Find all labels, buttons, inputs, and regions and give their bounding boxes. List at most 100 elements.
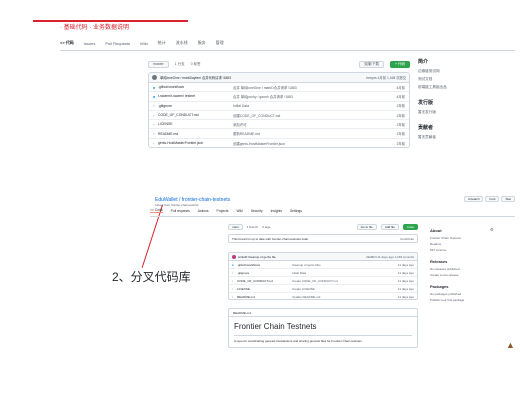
file-commit-msg[interactable]: 创建CODE_OF_CONDUCT.md (233, 113, 375, 118)
about-line[interactable]: 测试文档 (418, 77, 498, 82)
license-link[interactable]: MIT License (430, 248, 498, 252)
github-tabs: <> Code Pull requests Actions Projects W… (150, 208, 302, 213)
file-commit-msg[interactable]: 更新README.md (233, 131, 375, 136)
go-to-file-button[interactable]: Go to file (356, 223, 377, 230)
file-name[interactable]: LICENSE (237, 287, 292, 291)
file-name[interactable]: genis-HostMasterFrontier.json (158, 141, 233, 145)
file-commit-msg[interactable]: 合并 单纯pochy / gaonh 合并请求 !1883 (233, 94, 375, 99)
tab-issues[interactable]: Issues (84, 41, 96, 46)
file-commit-msg[interactable]: Create CODE_OF_CONDUCT.md (292, 279, 388, 283)
tab-stats[interactable]: 统计 (158, 40, 166, 46)
file-row[interactable]: ▫ LICENSE 添加许可 1年前 (149, 120, 409, 130)
fork-button[interactable]: Fork (485, 196, 500, 202)
readme-header[interactable]: README.md (229, 309, 417, 317)
file-commit-msg[interactable]: Initial Data (292, 271, 388, 275)
page-title: · 基础代码 · 业务数据说明 (60, 25, 129, 31)
tag-count[interactable]: 0 tags (262, 225, 270, 229)
latest-commit: 单纯loveGine / markDaytem 合并代码请求 !1883 hex… (149, 73, 409, 83)
about-title: About (430, 228, 442, 233)
commit-message[interactable]: wink30 Cleanup of gerbs file (238, 255, 276, 259)
file-name[interactable]: t-swarm/t-swarm/ testnet (158, 94, 233, 98)
releases-line: No releases published (430, 267, 460, 271)
file-row[interactable]: ■ .github/workflows Cleanup of genis fil… (229, 261, 417, 269)
tag-count[interactable]: 0 标签 (191, 62, 201, 67)
divider (234, 335, 412, 336)
branch-count[interactable]: 1 分支 (175, 62, 185, 67)
file-row[interactable]: ▫ README.md Update README.md 11 days ago (229, 293, 417, 299)
file-time: 11 days ago (397, 262, 414, 267)
file-row[interactable]: ■ t-swarm/t-swarm/ testnet 合并 单纯pochy / … (149, 92, 409, 102)
file-row[interactable]: ▫ LICENSE Create LICENSE 11 days ago (229, 285, 417, 293)
tab-settings[interactable]: Settings (290, 209, 302, 213)
add-file-button[interactable]: Add file (380, 223, 399, 230)
about-line: 边缘链测试网 (418, 69, 440, 73)
tab-code[interactable]: <> 代码 (60, 40, 74, 46)
file-name[interactable]: .github/workflows (158, 85, 233, 89)
file-commit-msg[interactable]: Cleanup of genis files (292, 263, 388, 267)
file-name[interactable]: CODE_OF_CONDUCT.md (158, 113, 233, 117)
file-row[interactable]: ▫ .gitignore Initial Data 1年前 (149, 102, 409, 111)
file-row[interactable]: ▫ CODE_OF_CONDUCT.md Create CODE_OF_COND… (229, 277, 417, 285)
file-commit-msg[interactable]: Create LICENSE (292, 287, 388, 291)
file-time: 11 days ago (397, 270, 414, 275)
file-row[interactable]: ▫ CODE_OF_CONDUCT.md 创建CODE_OF_CONDUCT.m… (149, 111, 409, 121)
forked-from[interactable]: forked from frontier-chain-testnet (155, 203, 199, 207)
file-time: 11 days ago (397, 286, 414, 291)
readme-link[interactable]: Readme (430, 242, 498, 246)
file-row[interactable]: ▫ README.md 更新README.md 1年前 (149, 129, 409, 139)
file-commit-msg[interactable]: 合并 单纯loveGine / markD合并请求 !1883 (233, 85, 375, 90)
tab-wiki[interactable]: Wiki (236, 209, 242, 213)
file-commit-msg[interactable]: Initial Data (233, 104, 375, 108)
repo-actions: Unwatch Fork Star (463, 196, 515, 202)
contribute-button[interactable]: Contribute (400, 237, 414, 241)
star-button[interactable]: Star (501, 196, 515, 202)
tab-pull-requests[interactable]: Pull requests (171, 209, 190, 213)
commit-meta[interactable]: c9a8bf4 11 days ago 1,168 commits (366, 255, 414, 259)
tab-security[interactable]: Security (251, 209, 263, 213)
readme-description: A repo for coordinating genesis transact… (234, 339, 362, 343)
branch-status: This branch is up to date with frontier-… (228, 234, 418, 243)
code-button[interactable]: + 代码 (389, 60, 410, 68)
tab-pipeline[interactable]: 流水线 (176, 40, 188, 46)
code-button[interactable]: Code (402, 223, 418, 230)
latest-commit: wink30 Cleanup of gerbs file c9a8bf4 11 … (229, 253, 417, 261)
tab-services[interactable]: 服务 (198, 40, 206, 46)
repo-tabs: <> 代码 Issues Pull Requests Wiki 统计 流水线 服… (60, 38, 224, 48)
create-release-link[interactable]: Create a new release (430, 273, 498, 277)
tab-pull-requests[interactable]: Pull Requests (105, 41, 130, 46)
branch-count[interactable]: 1 branch (247, 225, 259, 229)
publish-package-link[interactable]: Publish your first package (430, 298, 498, 302)
unwatch-button[interactable]: Unwatch (463, 196, 484, 202)
tab-wiki[interactable]: Wiki (140, 41, 148, 46)
tab-insights[interactable]: Insights (271, 209, 282, 213)
branch-select[interactable]: main (228, 223, 243, 230)
contributors-line: 暂无贡献者 (418, 135, 436, 139)
file-name[interactable]: LICENSE (158, 122, 233, 126)
file-commit-msg[interactable]: 添加许可 (233, 122, 375, 127)
file-commit-msg[interactable]: Update README.md (292, 295, 388, 299)
tab-actions[interactable]: Actions (198, 209, 209, 213)
file-name[interactable]: .github/workflows (237, 263, 292, 267)
readme-title: Frontier Chain Testnets (234, 322, 317, 331)
about-line[interactable]: 前端链工具组出品 (418, 85, 498, 90)
file-row[interactable]: ■ .github/workflows 合并 单纯loveGine / mark… (149, 83, 409, 93)
github-about: About Frontier Chain Testnets Readme MIT… (430, 228, 498, 304)
tab-projects[interactable]: Projects (217, 209, 229, 213)
file-name[interactable]: README.md (158, 132, 233, 136)
file-row[interactable]: ▫ .gitignore Initial Data 11 days ago (229, 269, 417, 277)
releases-title: 发行版 (418, 100, 434, 106)
branch-select[interactable]: master (148, 60, 169, 68)
file-name[interactable]: CODE_OF_CONDUCT.md (237, 279, 292, 283)
tab-code[interactable]: <> Code (150, 208, 163, 213)
file-row[interactable]: ▫ genis-HostMasterFrontier.json 创建genis-… (149, 139, 409, 147)
commit-message[interactable]: 单纯loveGine / markDaytem 合并代码请求 !1883 (160, 75, 363, 80)
file-commit-msg[interactable]: 创建genis-HostMasterFrontier.json (233, 141, 375, 146)
tab-manage[interactable]: 管理 (216, 40, 224, 46)
releases-line: 暂无发行版 (418, 110, 436, 114)
file-name[interactable]: README.md (237, 295, 292, 299)
file-name[interactable]: .gitignore (237, 271, 292, 275)
clone-button[interactable]: 克隆/下载 (358, 60, 384, 68)
repo-toolbar: master 1 分支 0 标签 克隆/下载 + 代码 (148, 60, 410, 68)
file-name[interactable]: .gitignore (158, 104, 233, 108)
contributors-title: 贡献者 (418, 125, 434, 131)
